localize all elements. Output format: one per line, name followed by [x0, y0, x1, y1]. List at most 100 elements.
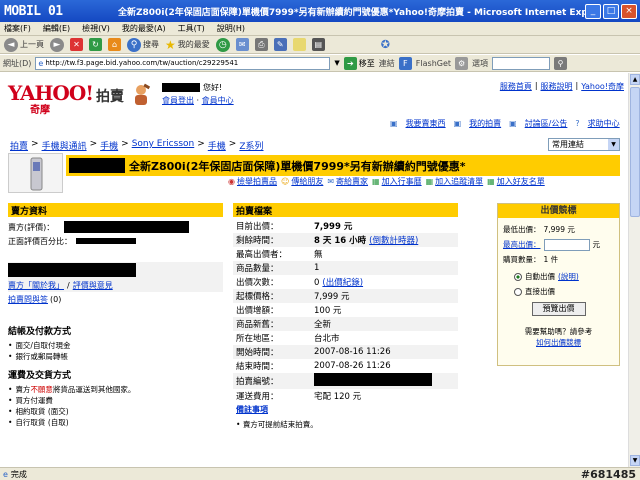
home-icon[interactable]: ⌂: [108, 38, 121, 51]
menu-help[interactable]: 說明(H): [217, 23, 245, 34]
breadcrumb-item[interactable]: 手機: [208, 139, 226, 152]
menu-edit[interactable]: 編輯(E): [43, 23, 70, 34]
member-center-link[interactable]: 會員中心: [202, 96, 234, 105]
preview-bid-button[interactable]: 預覽出價: [531, 302, 586, 316]
breadcrumb-item[interactable]: 手機與通訊: [42, 139, 87, 152]
auto-bid-radio[interactable]: [514, 272, 522, 281]
history-icon[interactable]: ◷: [215, 37, 230, 52]
calendar-action[interactable]: ▦ 加入行事曆: [372, 176, 422, 187]
menu-file[interactable]: 檔案(F): [4, 23, 31, 34]
toolbar-search-input[interactable]: [492, 56, 551, 70]
table-row: 出價次數： 0 (出價紀錄): [233, 275, 458, 289]
direct-bid-radio[interactable]: [514, 287, 522, 296]
about-seller-link[interactable]: 賣方「關於我」: [8, 280, 64, 291]
how-to-bid-link[interactable]: 如何出價競標: [498, 337, 619, 348]
sell-icon: ▣: [390, 119, 398, 128]
menu-favorites[interactable]: 我的最愛(A): [122, 23, 166, 34]
stop-icon[interactable]: ✕: [70, 38, 83, 51]
maximize-button[interactable]: □: [603, 3, 619, 19]
search-button[interactable]: ⚲ 搜尋: [127, 37, 159, 52]
yahoo-logo[interactable]: YAHOO! 奇摩: [8, 81, 98, 116]
product-thumbnail[interactable]: [8, 153, 63, 193]
folder-icon[interactable]: [292, 38, 306, 51]
feedback-link[interactable]: 評價與意見: [73, 280, 113, 291]
table-row: 起標價格： 7,999 元: [233, 289, 458, 303]
breadcrumb-item[interactable]: Sony Ericsson: [132, 139, 195, 152]
auto-bid-help-link[interactable]: (說明): [558, 271, 579, 282]
go-button[interactable]: ➔ 移至: [343, 56, 375, 70]
back-button[interactable]: ◄ 上一頁: [4, 37, 44, 52]
sell-link[interactable]: 我要賣東西: [406, 118, 446, 129]
qa-link[interactable]: 拍賣問與答: [8, 294, 48, 305]
scrollbar-thumb[interactable]: [630, 87, 640, 217]
scroll-down-icon[interactable]: ▼: [630, 455, 640, 466]
breadcrumb-item[interactable]: 拍賣: [10, 139, 28, 152]
table-row: 所在地區： 台北市: [233, 331, 458, 345]
breadcrumb-item[interactable]: 手機: [100, 139, 118, 152]
edit-icon[interactable]: ✎: [273, 38, 287, 51]
logout-link[interactable]: 會員登出: [162, 96, 194, 105]
watchlist-action[interactable]: ▦ 加入追蹤清單: [426, 176, 484, 187]
seller-label: 賣方(評價)：: [8, 222, 55, 232]
field-label: 目前出價：: [236, 222, 279, 232]
minimize-button[interactable]: _: [585, 3, 601, 19]
forum-link[interactable]: 討論區/公告: [525, 118, 568, 129]
countdown-link[interactable]: (倒數計時器): [369, 236, 418, 246]
top-link-yahoo[interactable]: Yahoo!奇摩: [581, 81, 624, 92]
breadcrumb-item[interactable]: Z系列: [239, 139, 263, 152]
options-link[interactable]: 選項: [472, 58, 488, 69]
add-friend-action[interactable]: ▦ 加入好友名單: [487, 176, 545, 187]
flashget-icon: F: [398, 56, 412, 70]
address-bar: 網址(D) e http://tw.f3.page.bid.yahoo.com/…: [0, 55, 640, 72]
mail-seller-action[interactable]: ✉ 寄給賣家: [327, 176, 368, 187]
table-row: 剩餘時間： 8 天 16 小時 (倒數計時器): [233, 233, 458, 247]
greeting-text: 您好!: [203, 83, 223, 92]
browser-toolbar: ◄ 上一頁 ► ✕ ↻ ⌂ ⚲ 搜尋 ★ 我的最愛 ◷ ✉ ⎙ ✎ ▤ ✪: [0, 36, 640, 54]
field-label: 拍賣編號：: [233, 373, 311, 389]
report-action[interactable]: ◉ 檢舉拍賣品: [228, 176, 277, 187]
redacted-seller-banner: [8, 263, 136, 277]
toolbar-search-icon[interactable]: ⚲: [554, 56, 568, 70]
notice-link[interactable]: 備註事項: [236, 405, 268, 414]
research-icon[interactable]: ▤: [311, 38, 325, 51]
address-dropdown-icon[interactable]: ▼: [334, 59, 339, 67]
redacted-seller-id: [64, 221, 190, 233]
scroll-up-icon[interactable]: ▲: [630, 74, 640, 85]
refresh-icon[interactable]: ↻: [89, 38, 102, 51]
field-value: [311, 373, 458, 389]
window-title: 全新Z800i(2年保固店面保障)單機價7999*另有新辦續約門號優惠*Yaho…: [118, 7, 585, 18]
my-auction-link[interactable]: 我的拍賣: [469, 118, 501, 129]
help-center-link[interactable]: 求助中心: [588, 118, 620, 129]
messenger-icon[interactable]: ✪: [381, 38, 390, 51]
close-button[interactable]: ×: [621, 3, 637, 19]
favorites-button[interactable]: ★ 我的最愛: [165, 38, 210, 52]
my-auction-icon: ▣: [453, 119, 462, 128]
mail-icon[interactable]: ✉: [235, 38, 249, 51]
field-label: 商品數量：: [233, 261, 311, 275]
top-link-help[interactable]: 服務說明: [541, 81, 573, 92]
vertical-scrollbar[interactable]: ▲ ▼: [628, 73, 640, 467]
watermark: #681485: [580, 467, 636, 480]
min-bid-value: 7,999 元: [543, 225, 575, 234]
status-bar: e 完成 #681485: [0, 467, 640, 480]
early-end-note: • 賣方可提前結束拍賣。: [236, 420, 318, 429]
redacted-username: [162, 83, 200, 92]
links-label[interactable]: 連結: [379, 58, 395, 69]
forward-button[interactable]: ►: [50, 37, 64, 52]
max-bid-input[interactable]: [543, 238, 590, 251]
top-link-home[interactable]: 服務首頁: [500, 81, 532, 92]
field-value: 台北市: [314, 334, 340, 344]
bid-history-link[interactable]: (出價紀錄): [322, 278, 363, 288]
share-action[interactable]: ☺ 傳給朋友: [281, 176, 323, 187]
flashget-link[interactable]: FlashGet: [416, 59, 451, 68]
table-row: 運送費用： 宅配 120 元: [233, 389, 458, 403]
common-links-select[interactable]: 常用連結 ▼: [548, 138, 620, 151]
address-label: 網址(D): [3, 58, 32, 68]
bid-box-header: 出價競標: [498, 204, 619, 218]
menu-tools[interactable]: 工具(T): [178, 23, 205, 34]
options-icon: ⚙: [455, 56, 469, 70]
print-icon[interactable]: ⎙: [254, 38, 268, 51]
address-input[interactable]: e http://tw.f3.page.bid.yahoo.com/tw/auc…: [35, 56, 331, 70]
menu-view[interactable]: 檢視(V): [82, 23, 110, 34]
max-bid-label[interactable]: 最高出價：: [503, 239, 541, 250]
